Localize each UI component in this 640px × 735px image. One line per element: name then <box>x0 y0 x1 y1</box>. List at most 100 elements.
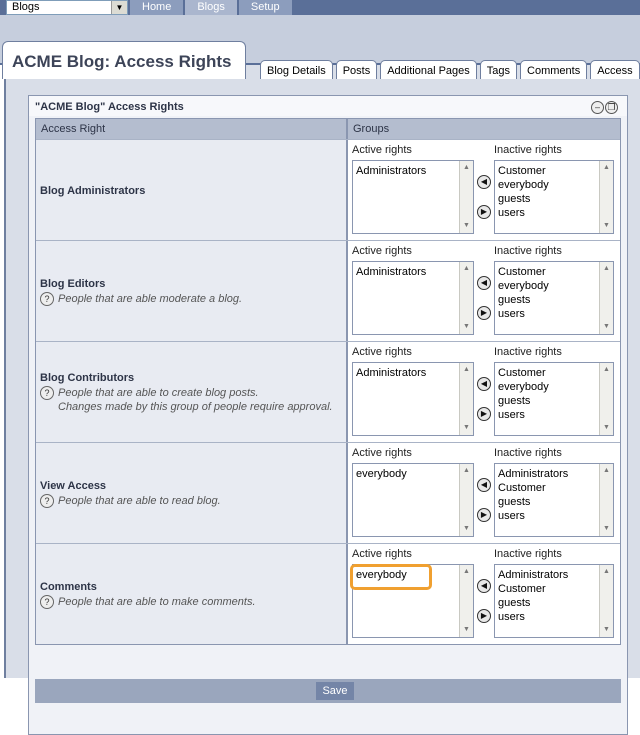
list-item[interactable]: everybody <box>498 279 549 293</box>
scrollbar[interactable]: ▲ ▼ <box>459 262 473 334</box>
inactive-rights-list[interactable]: Administrators Customer guests users ▲ ▼ <box>494 463 614 537</box>
module-selector[interactable]: Blogs ▼ <box>6 0 128 15</box>
tab-access[interactable]: Access <box>590 60 640 79</box>
tab-additional-pages[interactable]: Additional Pages <box>380 60 477 79</box>
scrollbar[interactable]: ▲ ▼ <box>459 363 473 435</box>
list-item[interactable]: guests <box>498 596 568 610</box>
scroll-up-icon[interactable]: ▲ <box>600 364 613 376</box>
scroll-up-icon[interactable]: ▲ <box>600 465 613 477</box>
list-item[interactable]: guests <box>498 192 549 206</box>
save-button[interactable]: Save <box>316 682 354 700</box>
scroll-down-icon[interactable]: ▼ <box>600 321 613 333</box>
scroll-up-icon[interactable]: ▲ <box>460 566 473 578</box>
list-item[interactable]: Customer <box>498 366 549 380</box>
list-item[interactable]: Customer <box>498 481 568 495</box>
scrollbar[interactable]: ▲ ▼ <box>599 262 613 334</box>
list-item[interactable]: everybody <box>498 380 549 394</box>
scroll-down-icon[interactable]: ▼ <box>460 321 473 333</box>
scroll-up-icon[interactable]: ▲ <box>460 263 473 275</box>
move-right-icon[interactable]: ▶ <box>477 609 491 623</box>
inactive-rights-list[interactable]: Customer everybody guests users ▲ ▼ <box>494 261 614 335</box>
scroll-down-icon[interactable]: ▼ <box>460 422 473 434</box>
section-tabs: Blog Details Posts Additional Pages Tags… <box>260 60 640 79</box>
help-icon[interactable]: ? <box>40 292 54 306</box>
move-right-icon[interactable]: ▶ <box>477 205 491 219</box>
list-item[interactable]: everybody <box>356 569 407 581</box>
scrollbar[interactable]: ▲ ▼ <box>599 363 613 435</box>
help-icon[interactable]: ? <box>40 494 54 508</box>
groups-cell: Active rights Inactive rights Administra… <box>346 342 620 442</box>
list-item[interactable]: Administrators <box>498 568 568 582</box>
scroll-up-icon[interactable]: ▲ <box>460 465 473 477</box>
scroll-down-icon[interactable]: ▼ <box>460 220 473 232</box>
list-item[interactable]: Customer <box>498 582 568 596</box>
active-rights-list[interactable]: everybody ▲ ▼ <box>352 463 474 537</box>
inactive-rights-label: Inactive rights <box>494 144 562 156</box>
scrollbar[interactable]: ▲ ▼ <box>599 464 613 536</box>
scroll-down-icon[interactable]: ▼ <box>460 624 473 636</box>
list-item[interactable]: Customer <box>498 164 549 178</box>
tab-blog-details[interactable]: Blog Details <box>260 60 333 79</box>
list-item[interactable]: guests <box>498 495 568 509</box>
scrollbar[interactable]: ▲ ▼ <box>599 565 613 637</box>
active-rights-list[interactable]: Administrators ▲ ▼ <box>352 261 474 335</box>
scroll-up-icon[interactable]: ▲ <box>460 364 473 376</box>
nav-setup[interactable]: Setup <box>238 0 293 15</box>
nav-blogs[interactable]: Blogs <box>185 0 238 15</box>
active-rights-list[interactable]: Administrators ▲ ▼ <box>352 362 474 436</box>
list-item[interactable]: everybody <box>356 467 407 481</box>
nav-home[interactable]: Home <box>130 0 185 15</box>
list-item[interactable]: users <box>498 307 549 321</box>
list-item[interactable]: Administrators <box>356 164 426 178</box>
column-header-groups: Groups <box>346 119 620 139</box>
list-item[interactable]: everybody <box>498 178 549 192</box>
active-rights-list[interactable]: Administrators ▲ ▼ <box>352 160 474 234</box>
scrollbar[interactable]: ▲ ▼ <box>459 565 473 637</box>
list-item[interactable]: users <box>498 610 568 624</box>
inactive-rights-label: Inactive rights <box>494 245 562 257</box>
scroll-down-icon[interactable]: ▼ <box>600 624 613 636</box>
move-right-icon[interactable]: ▶ <box>477 306 491 320</box>
inactive-rights-list[interactable]: Customer everybody guests users ▲ ▼ <box>494 160 614 234</box>
restore-icon[interactable]: ❐ <box>605 101 618 114</box>
scroll-up-icon[interactable]: ▲ <box>600 263 613 275</box>
move-left-icon[interactable]: ◀ <box>477 579 491 593</box>
move-left-icon[interactable]: ◀ <box>477 276 491 290</box>
scroll-down-icon[interactable]: ▼ <box>460 523 473 535</box>
list-item[interactable]: users <box>498 509 568 523</box>
list-item[interactable]: guests <box>498 394 549 408</box>
scrollbar[interactable]: ▲ ▼ <box>459 161 473 233</box>
collapse-icon[interactable]: – <box>591 101 604 114</box>
inactive-rights-list[interactable]: Customer everybody guests users ▲ ▼ <box>494 362 614 436</box>
scrollbar[interactable]: ▲ ▼ <box>459 464 473 536</box>
move-left-icon[interactable]: ◀ <box>477 478 491 492</box>
active-rights-list[interactable]: everybody ▲ ▼ <box>350 564 474 638</box>
move-left-icon[interactable]: ◀ <box>477 175 491 189</box>
tab-tags[interactable]: Tags <box>479 60 518 79</box>
groups-cell: Active rights Inactive rights Administra… <box>346 241 620 341</box>
list-item[interactable]: Customer <box>498 265 549 279</box>
list-item-highlighted[interactable]: everybody <box>350 564 432 590</box>
scroll-up-icon[interactable]: ▲ <box>600 566 613 578</box>
scroll-up-icon[interactable]: ▲ <box>600 162 613 174</box>
list-item[interactable]: guests <box>498 293 549 307</box>
help-icon[interactable]: ? <box>40 595 54 609</box>
scroll-down-icon[interactable]: ▼ <box>600 523 613 535</box>
list-item[interactable]: users <box>498 206 549 220</box>
scroll-down-icon[interactable]: ▼ <box>600 220 613 232</box>
list-item[interactable]: users <box>498 408 549 422</box>
move-right-icon[interactable]: ▶ <box>477 407 491 421</box>
chevron-down-icon[interactable]: ▼ <box>111 1 127 14</box>
list-item[interactable]: Administrators <box>356 366 426 380</box>
help-icon[interactable]: ? <box>40 386 54 400</box>
scroll-up-icon[interactable]: ▲ <box>460 162 473 174</box>
tab-posts[interactable]: Posts <box>335 60 378 79</box>
scrollbar[interactable]: ▲ ▼ <box>599 161 613 233</box>
inactive-rights-list[interactable]: Administrators Customer guests users ▲ ▼ <box>494 564 614 638</box>
list-item[interactable]: Administrators <box>356 265 426 279</box>
tab-comments[interactable]: Comments <box>520 60 588 79</box>
move-left-icon[interactable]: ◀ <box>477 377 491 391</box>
move-right-icon[interactable]: ▶ <box>477 508 491 522</box>
scroll-down-icon[interactable]: ▼ <box>600 422 613 434</box>
list-item[interactable]: Administrators <box>498 467 568 481</box>
